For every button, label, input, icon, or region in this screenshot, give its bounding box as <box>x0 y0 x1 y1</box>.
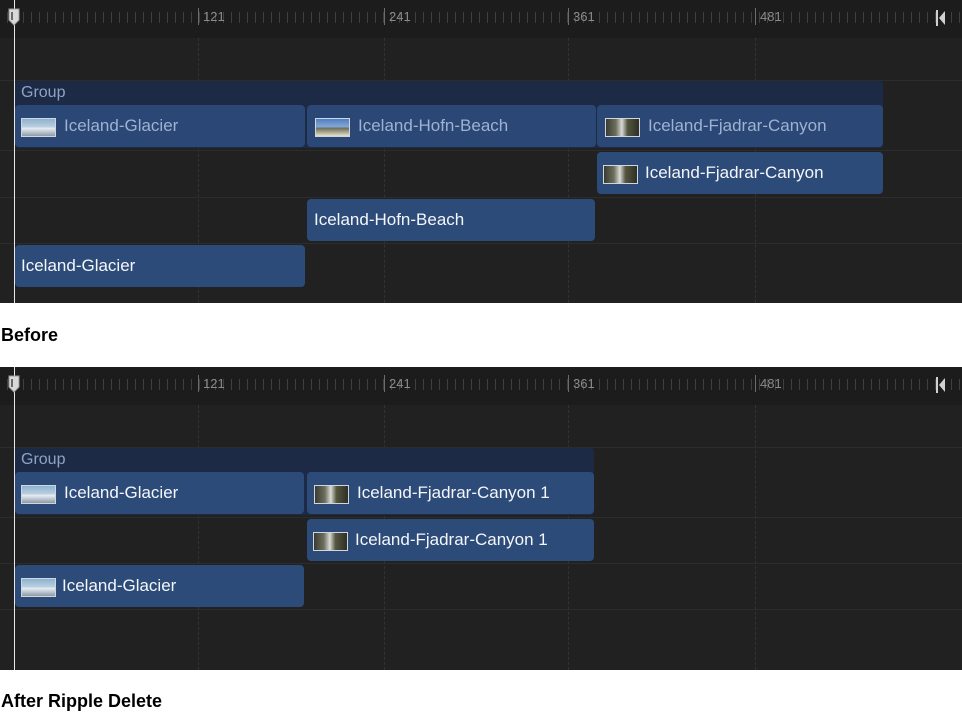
track-divider <box>0 150 962 151</box>
grid-line <box>755 405 756 670</box>
timeline-ruler[interactable]: 121 241 361 481 <box>0 0 962 38</box>
caption-before: Before <box>1 325 59 345</box>
playhead-icon[interactable] <box>8 375 20 393</box>
clip-label: Iceland-Fjadrar-Canyon 1 <box>357 483 550 502</box>
track-clip-fjadrar-canyon[interactable]: Iceland-Fjadrar-Canyon <box>597 152 883 194</box>
group-clip-glacier[interactable]: Iceland-Glacier <box>15 472 304 514</box>
group-clip-fjadrar-canyon-1[interactable]: Iceland-Fjadrar-Canyon 1 <box>307 472 594 514</box>
track-divider <box>0 197 962 198</box>
grid-line <box>568 38 569 303</box>
end-marker-icon[interactable] <box>936 10 946 26</box>
end-marker-icon[interactable] <box>936 377 946 393</box>
group-clip-glacier[interactable]: Iceland-Glacier <box>15 105 305 147</box>
ruler-label-121: 121 <box>198 8 225 25</box>
clip-thumbnail <box>605 118 640 137</box>
clip-thumbnail <box>21 578 56 597</box>
timeline-ruler[interactable]: 121 241 361 481 <box>0 367 962 405</box>
group-clip-hofn-beach[interactable]: Iceland-Hofn-Beach <box>307 105 596 147</box>
playhead-line[interactable] <box>14 367 15 670</box>
track-clip-fjadrar-canyon-1[interactable]: Iceland-Fjadrar-Canyon 1 <box>307 519 594 561</box>
clip-label: Iceland-Hofn-Beach <box>358 116 509 135</box>
ruler-label-481: 481 <box>755 8 782 25</box>
clip-thumbnail <box>21 485 56 504</box>
track-divider <box>0 609 962 610</box>
clip-label: Iceland-Hofn-Beach <box>314 210 465 229</box>
track-divider <box>0 563 962 564</box>
track-clip-glacier[interactable]: Iceland-Glacier <box>15 245 305 287</box>
clip-label: Iceland-Fjadrar-Canyon 1 <box>355 530 548 549</box>
clip-thumbnail <box>313 532 348 551</box>
track-divider <box>0 517 962 518</box>
clip-thumbnail <box>603 165 638 184</box>
playhead-icon[interactable] <box>8 8 20 26</box>
clip-label: Iceland-Glacier <box>64 116 179 135</box>
ruler-label-241: 241 <box>384 375 411 392</box>
group-label: Group <box>21 84 66 101</box>
clip-label: Iceland-Fjadrar-Canyon <box>645 163 824 182</box>
grid-line <box>384 38 385 303</box>
clip-thumbnail <box>314 485 349 504</box>
ruler-label-361: 361 <box>568 375 595 392</box>
timeline-after: 121 241 361 481 Group Iceland-Glacier Ic… <box>0 367 962 670</box>
timeline-before: 121 241 361 481 Group Iceland-Glacier Ic… <box>0 0 962 303</box>
grid-line <box>198 405 199 670</box>
group-clip-fjadrar-canyon[interactable]: Iceland-Fjadrar-Canyon <box>597 105 883 147</box>
clip-label: Iceland-Glacier <box>62 576 177 595</box>
ruler-label-121: 121 <box>198 375 225 392</box>
clip-label: Iceland-Glacier <box>64 483 179 502</box>
clip-label: Iceland-Glacier <box>21 256 136 275</box>
track-divider <box>0 243 962 244</box>
clip-thumbnail <box>21 118 56 137</box>
clip-thumbnail <box>315 118 350 137</box>
playhead-line[interactable] <box>14 0 15 303</box>
clip-label: Iceland-Fjadrar-Canyon <box>648 116 827 135</box>
caption-after: After Ripple Delete <box>1 691 163 711</box>
ruler-label-361: 361 <box>568 8 595 25</box>
track-clip-hofn-beach[interactable]: Iceland-Hofn-Beach <box>307 199 595 241</box>
ruler-label-481: 481 <box>755 375 782 392</box>
group-label: Group <box>21 451 66 468</box>
track-clip-glacier[interactable]: Iceland-Glacier <box>15 565 304 607</box>
ruler-label-241: 241 <box>384 8 411 25</box>
